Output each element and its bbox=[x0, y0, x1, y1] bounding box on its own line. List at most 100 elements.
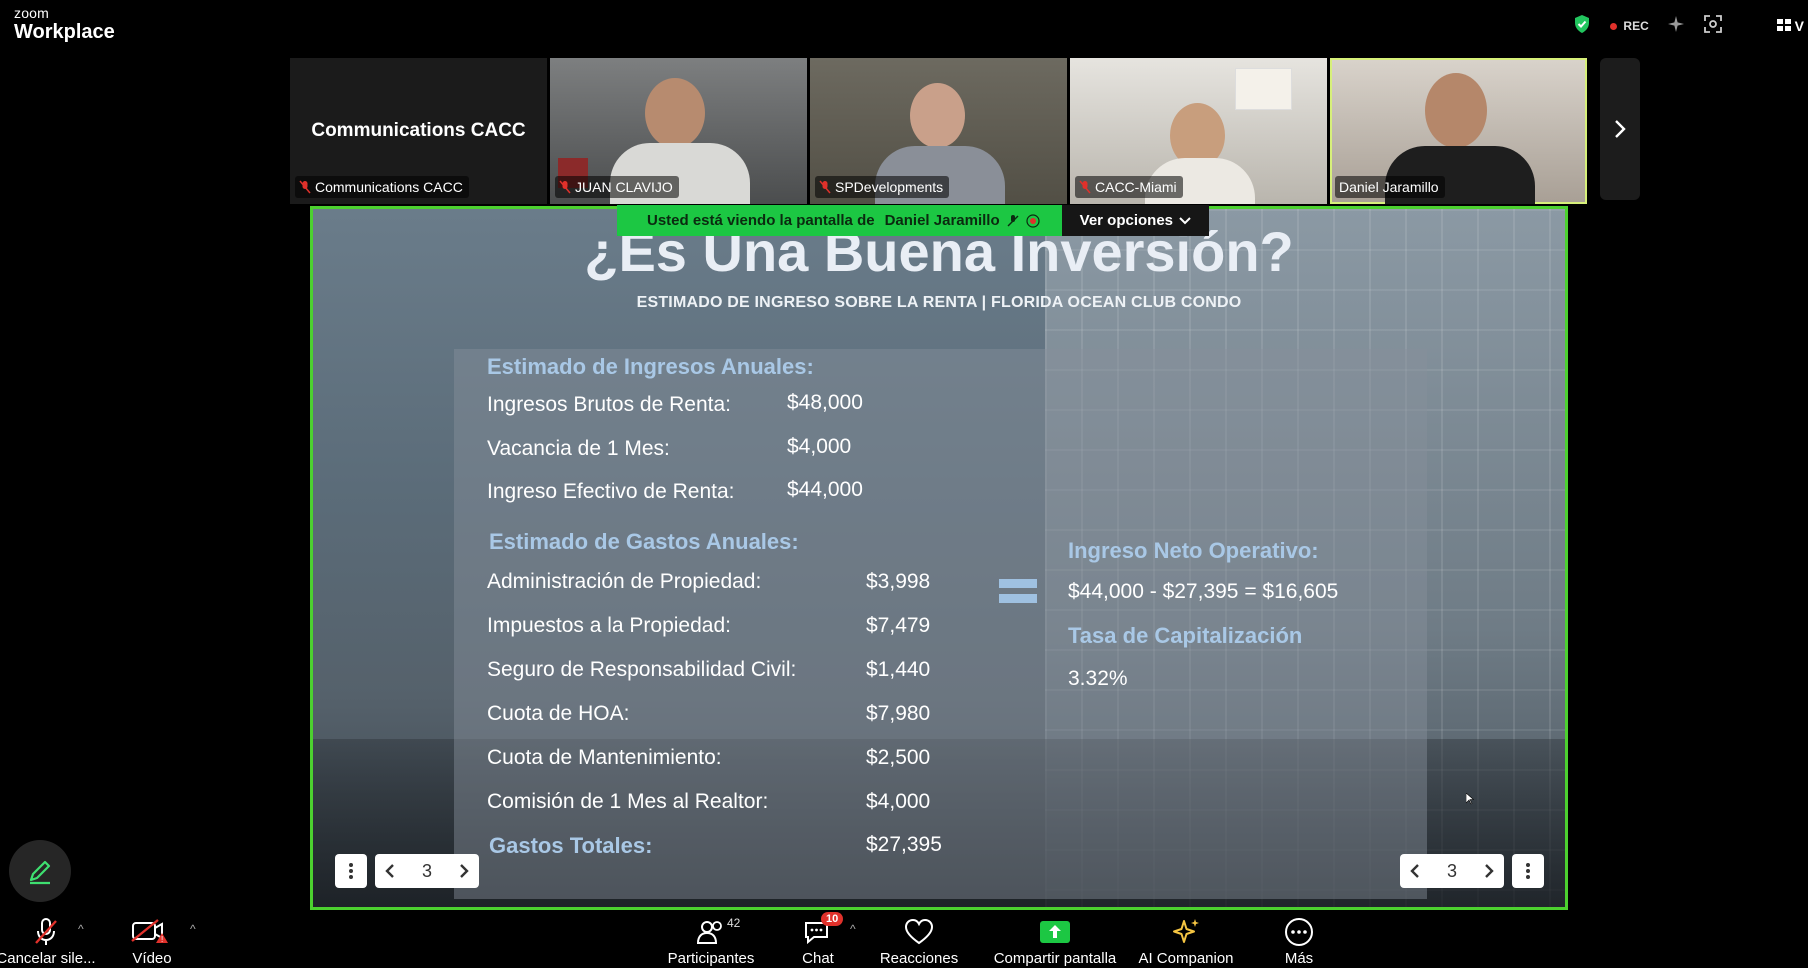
sparkle-icon[interactable] bbox=[1667, 15, 1685, 38]
top-bar: zoom Workplace REC V bbox=[0, 0, 1808, 52]
muted-mic-icon bbox=[1079, 180, 1091, 194]
mic-muted-icon bbox=[33, 916, 59, 948]
slide-pager: 3 bbox=[375, 854, 479, 888]
viewing-text: Usted está viendo la pantalla de bbox=[647, 212, 875, 229]
resize-icon[interactable] bbox=[1703, 14, 1723, 39]
income-row-label: Ingreso Efectivo de Renta: bbox=[487, 480, 735, 503]
share-screen-button[interactable]: Compartir pantalla bbox=[984, 916, 1126, 967]
record-icon bbox=[1026, 213, 1040, 228]
participant-tile[interactable]: Communications CACC Communications CACC bbox=[290, 58, 547, 204]
video-label: Vídeo bbox=[132, 950, 172, 967]
slide-subtitle: ESTIMADO DE INGRESO SOBRE LA RENTA | FLO… bbox=[636, 294, 1242, 311]
participant-name: CACC-Miami bbox=[1095, 179, 1177, 195]
video-options-caret-icon[interactable]: ^ bbox=[190, 922, 196, 936]
kebab-icon bbox=[1526, 863, 1530, 879]
ai-sparkle-icon bbox=[1170, 916, 1202, 948]
cap-rate-value: 3.32% bbox=[1068, 667, 1128, 690]
kebab-icon bbox=[349, 863, 353, 879]
screen-share-banner: Usted está viendo la pantalla de Daniel … bbox=[617, 205, 1210, 236]
expense-row-label: Seguro de Responsabilidad Civil: bbox=[487, 658, 797, 681]
expense-row-value: $3,998 bbox=[866, 570, 931, 593]
participant-name: JUAN CLAVIJO bbox=[575, 179, 673, 195]
income-row-label: Ingresos Brutos de Renta: bbox=[487, 393, 731, 416]
reactions-button[interactable]: Reacciones bbox=[880, 916, 958, 967]
expense-row-label: Cuota de Mantenimiento: bbox=[487, 746, 722, 769]
participant-name-tag: Communications CACC bbox=[295, 176, 469, 198]
participants-label: Participantes bbox=[667, 950, 755, 967]
muted-mic-icon bbox=[559, 180, 571, 194]
participants-button[interactable]: 42 Participantes bbox=[666, 916, 756, 967]
chevron-right-icon[interactable] bbox=[1484, 863, 1494, 879]
share-screen-label: Compartir pantalla bbox=[993, 950, 1117, 967]
chat-label: Chat bbox=[802, 950, 834, 967]
participant-name: Communications CACC bbox=[315, 179, 463, 195]
mute-options-caret-icon[interactable]: ^ bbox=[78, 922, 84, 936]
total-value: $27,395 bbox=[866, 833, 942, 856]
slide-nav-left: 3 bbox=[335, 854, 479, 888]
muted-mic-icon bbox=[819, 180, 831, 194]
ai-companion-label: AI Companion bbox=[1138, 950, 1234, 967]
zoom-logo: zoom Workplace bbox=[14, 6, 115, 42]
view-options-label: Ver opciones bbox=[1079, 212, 1174, 229]
page-number: 3 bbox=[1446, 860, 1457, 881]
participant-tile[interactable]: SPDevelopments bbox=[810, 58, 1067, 204]
presenter-name: Daniel Jaramillo bbox=[884, 212, 1000, 229]
participant-tile[interactable]: JUAN CLAVIJO bbox=[550, 58, 807, 204]
participant-name-tag: SPDevelopments bbox=[815, 176, 950, 198]
pencil-icon bbox=[29, 860, 51, 885]
expense-row-value: $4,000 bbox=[866, 790, 931, 813]
chevron-right-icon bbox=[1615, 120, 1626, 138]
shield-icon[interactable] bbox=[1572, 14, 1592, 39]
noi-value: $44,000 - $27,395 = $16,605 bbox=[1068, 580, 1339, 603]
chat-badge: 10 bbox=[821, 912, 844, 926]
expense-row-value: $7,980 bbox=[866, 702, 931, 725]
view-label: V bbox=[1794, 18, 1804, 34]
participant-video bbox=[1425, 73, 1487, 148]
expense-row-label: Comisión de 1 Mes al Realtor: bbox=[487, 790, 769, 813]
chevron-down-icon bbox=[1179, 216, 1191, 224]
svg-text:!: ! bbox=[161, 935, 163, 944]
ai-companion-button[interactable]: AI Companion bbox=[1136, 916, 1236, 967]
chevron-left-icon[interactable] bbox=[385, 863, 395, 879]
expense-row-label: Impuestos a la Propiedad: bbox=[487, 614, 731, 637]
participant-name: Daniel Jaramillo bbox=[1339, 179, 1439, 195]
income-row-value: $4,000 bbox=[787, 435, 852, 458]
participant-tile[interactable]: CACC-Miami bbox=[1070, 58, 1327, 204]
equals-icon bbox=[999, 579, 1037, 609]
heart-icon bbox=[904, 916, 934, 948]
more-label: Más bbox=[1284, 950, 1314, 967]
more-options-button[interactable] bbox=[1512, 854, 1544, 888]
more-options-button[interactable] bbox=[335, 854, 367, 888]
participant-name: SPDevelopments bbox=[835, 179, 944, 195]
rec-label: REC bbox=[1623, 19, 1649, 33]
viewing-notice: Usted está viendo la pantalla de Daniel … bbox=[617, 205, 1062, 236]
expense-row-label: Administración de Propiedad: bbox=[487, 570, 762, 593]
income-row-label: Vacancia de 1 Mes: bbox=[487, 437, 670, 460]
slide-nav-right: 3 bbox=[1400, 854, 1544, 888]
recording-indicator[interactable]: REC bbox=[1610, 19, 1649, 33]
video-button[interactable]: ! Vídeo bbox=[122, 916, 182, 967]
more-button[interactable]: Más bbox=[1280, 916, 1318, 967]
participant-tile-active-speaker[interactable]: Daniel Jaramillo bbox=[1330, 58, 1587, 204]
top-right-controls: REC V bbox=[1572, 12, 1808, 40]
participants-icon: 42 bbox=[697, 916, 740, 948]
participant-strip: Communications CACC Communications CACC … bbox=[290, 58, 1587, 204]
income-heading: Estimado de Ingresos Anuales: bbox=[487, 354, 814, 379]
chevron-right-icon[interactable] bbox=[459, 863, 469, 879]
chat-button[interactable]: 10 Chat bbox=[795, 912, 844, 967]
chat-icon: 10 bbox=[803, 912, 844, 948]
rec-dot-icon bbox=[1610, 22, 1618, 30]
chevron-left-icon[interactable] bbox=[1410, 863, 1420, 879]
participant-big-name: Communications CACC bbox=[311, 120, 526, 141]
annotate-button[interactable] bbox=[9, 840, 71, 902]
share-screen-icon bbox=[1039, 916, 1071, 948]
expense-row-value: $1,440 bbox=[866, 658, 931, 681]
view-options-button[interactable]: Ver opciones bbox=[1061, 205, 1210, 236]
participant-name-tag: JUAN CLAVIJO bbox=[555, 176, 679, 198]
income-row-value: $44,000 bbox=[787, 478, 863, 501]
view-button[interactable]: V bbox=[1776, 18, 1804, 34]
page-number: 3 bbox=[421, 860, 432, 881]
next-participants-button[interactable] bbox=[1600, 58, 1640, 200]
chat-options-caret-icon[interactable]: ^ bbox=[850, 922, 856, 936]
total-label: Gastos Totales: bbox=[489, 833, 653, 858]
